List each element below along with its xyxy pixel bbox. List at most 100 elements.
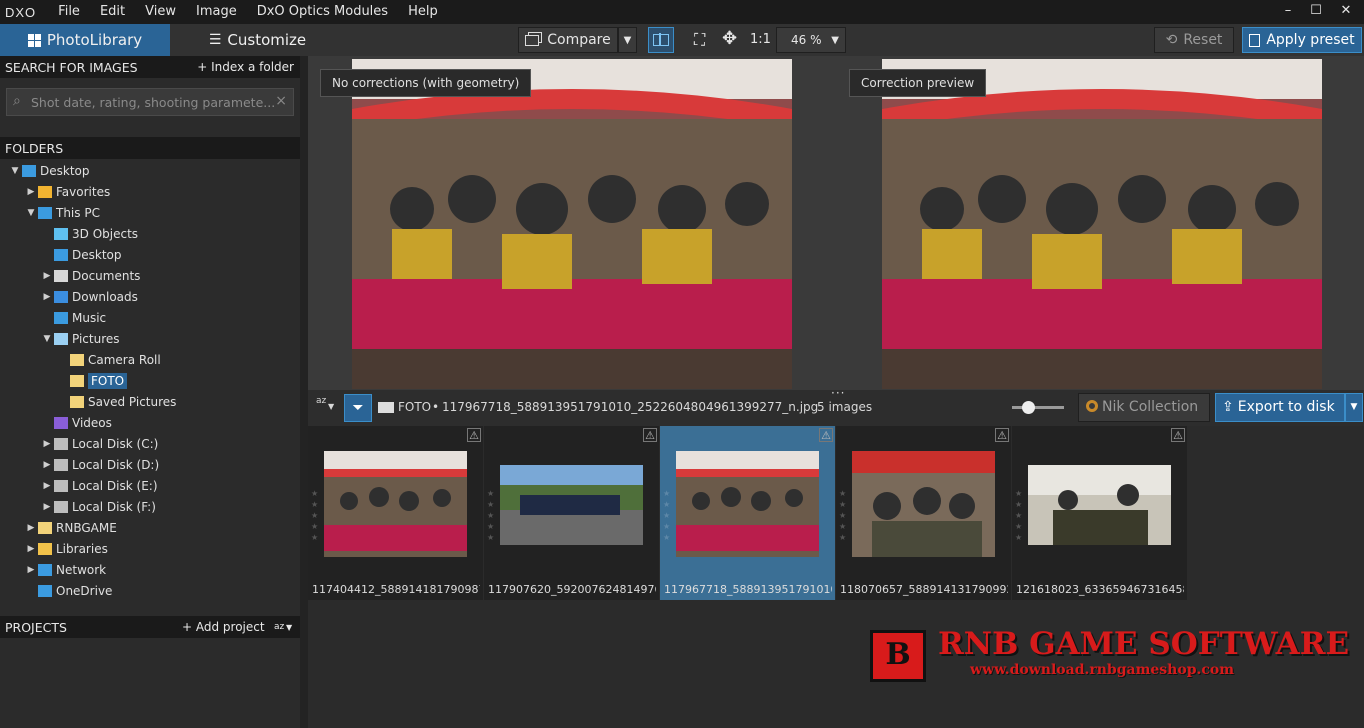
expand-arrow-icon[interactable]: ▼ (8, 166, 22, 176)
menu-image[interactable]: Image (186, 0, 247, 24)
expand-arrow-icon[interactable]: ▶ (40, 460, 54, 470)
projects-header: PROJECTS + Add project az ▼ (0, 616, 300, 638)
folder-item[interactable]: Videos (40, 412, 112, 433)
folder-item[interactable]: Music (40, 307, 106, 328)
expand-arrow-icon[interactable]: ▶ (24, 565, 38, 575)
zoom-select[interactable]: 46 % ▼ (776, 27, 846, 53)
folder-item[interactable]: ▶ Local Disk (C:) (40, 433, 159, 454)
thumbnail[interactable]: ⚠ ★★★★★ 118070657_588914131790992_... (836, 426, 1011, 600)
folder-item[interactable]: ▶ Documents (40, 265, 141, 286)
folder-item[interactable]: ▶ Downloads (40, 286, 138, 307)
folder-item[interactable]: Saved Pictures (56, 391, 176, 412)
drag-handle[interactable]: ··· (831, 386, 845, 400)
close-window-button[interactable]: ✕ (1334, 0, 1358, 24)
rating-stars[interactable]: ★ ★ ★ ★ ★ (487, 488, 497, 543)
thumbnail[interactable]: ⚠ ★★★★★ 117404412_588914181790987_... (308, 426, 483, 600)
folder-item[interactable]: ▼ Pictures (40, 328, 120, 349)
expand-arrow-icon[interactable]: ▶ (40, 439, 54, 449)
expand-arrow-icon[interactable]: ▶ (40, 271, 54, 281)
thumbnail-size-slider[interactable] (1012, 401, 1064, 414)
folder-item[interactable]: ▶ Local Disk (E:) (40, 475, 158, 496)
folder-item[interactable]: ▼ This PC (24, 202, 100, 223)
thumbnail-filename: 118070657_588914131790992_... (840, 583, 1008, 596)
sort-az-icon[interactable]: az (274, 623, 284, 632)
menu-edit[interactable]: Edit (90, 0, 135, 24)
star-icon (38, 185, 52, 198)
folder-item[interactable]: ▶ Local Disk (F:) (40, 496, 156, 517)
menu-view[interactable]: View (135, 0, 186, 24)
rating-stars[interactable]: ★ ★ ★ ★ ★ (839, 488, 849, 543)
fit-screen-icon[interactable]: ⛶ (694, 30, 705, 50)
expand-arrow-icon[interactable]: ▶ (40, 292, 54, 302)
thumbnail-image (500, 465, 643, 545)
filter-button[interactable]: ⏷ (344, 394, 372, 422)
folder-label: Videos (72, 415, 112, 430)
expand-arrow-icon[interactable]: ▶ (24, 187, 38, 197)
nik-collection-button[interactable]: Nik Collection (1078, 393, 1210, 422)
export-to-disk-button[interactable]: ⇪ Export to disk (1215, 393, 1345, 422)
folder-item[interactable]: ▶ RNBGAME (24, 517, 117, 538)
watermark-url: www.download.rnbgameshop.com (970, 662, 1235, 678)
desktop-icon (22, 164, 36, 177)
folder-icon (70, 395, 84, 408)
folder-item[interactable]: 3D Objects (40, 223, 138, 244)
expand-arrow-icon[interactable]: ▶ (24, 523, 38, 533)
thumbnail[interactable]: ⚠ ★★★★★ 121618023_633659467316458_... (1012, 426, 1187, 600)
menu-file[interactable]: File (48, 0, 90, 24)
chevron-down-icon[interactable]: ▼ (328, 402, 334, 411)
folder-label: Music (72, 310, 107, 325)
folder-item[interactable]: ▶ Network (24, 559, 107, 580)
side-by-side-button[interactable] (648, 27, 674, 53)
apply-preset-button[interactable]: Apply preset (1242, 27, 1362, 53)
slider-handle[interactable] (1022, 401, 1035, 414)
folder-item[interactable]: OneDrive (24, 580, 112, 601)
folder-item[interactable]: ▶ Libraries (24, 538, 108, 559)
expand-arrow-icon[interactable]: ▼ (40, 334, 54, 344)
move-icon[interactable]: ✥ (722, 28, 737, 49)
thumbnail-filename: 121618023_633659467316458_... (1016, 583, 1184, 596)
folder-item[interactable]: Desktop (40, 244, 122, 265)
expand-arrow-icon[interactable]: ▶ (40, 481, 54, 491)
rating-stars[interactable]: ★ ★ ★ ★ ★ (311, 488, 321, 543)
thumbnail-image (324, 451, 467, 557)
folder-item[interactable]: ▶ Local Disk (D:) (40, 454, 160, 475)
compare-button[interactable]: Compare (518, 27, 618, 53)
menu-optics-modules[interactable]: DxO Optics Modules (247, 0, 398, 24)
index-folder-button[interactable]: + Index a folder (197, 60, 294, 74)
sort-az-icon[interactable]: az (316, 397, 326, 406)
panel-splitter[interactable] (300, 56, 308, 728)
folder-item[interactable]: ▶ Favorites (24, 181, 111, 202)
thumbnail-selected[interactable]: ⚠ ★★★★★ 117967718_588913951791010_... (660, 426, 835, 600)
tab-photolibrary[interactable]: PhotoLibrary (0, 24, 170, 56)
export-label: Export to disk (1237, 399, 1335, 415)
add-project-button[interactable]: + Add project (182, 620, 265, 634)
rating-stars[interactable]: ★ ★ ★ ★ ★ (663, 488, 673, 543)
folder-item[interactable]: ▼ Desktop (8, 160, 90, 181)
expand-arrow-icon[interactable]: ▼ (24, 208, 38, 218)
reset-icon: ⟲ (1165, 32, 1178, 48)
app-logo: DXO (5, 4, 37, 20)
thumbnail-image (1028, 465, 1171, 545)
expand-arrow-icon[interactable]: ▶ (40, 502, 54, 512)
chevron-down-icon: ▼ (831, 34, 839, 46)
folder-item[interactable]: Camera Roll (56, 349, 161, 370)
rating-stars[interactable]: ★ ★ ★ ★ ★ (1015, 488, 1025, 543)
folder-item[interactable]: FOTO (56, 370, 128, 391)
thumbnail[interactable]: ⚠ ★★★★★ 117907620_592007624814976_... (484, 426, 659, 600)
reset-button[interactable]: ⟲ Reset (1154, 27, 1234, 53)
expand-arrow-icon[interactable]: ▶ (24, 544, 38, 554)
minimize-button[interactable]: – (1276, 0, 1300, 24)
folder-label: 3D Objects (72, 226, 139, 241)
original-image (352, 59, 792, 389)
compare-dropdown[interactable]: ▼ (618, 27, 637, 53)
drive-icon (54, 437, 68, 450)
one-to-one-button[interactable]: 1:1 (750, 32, 771, 47)
clear-search-icon[interactable]: × (275, 93, 287, 109)
folder-label: Documents (72, 268, 141, 283)
search-input[interactable]: ⌕ Shot date, rating, shooting paramete..… (6, 88, 294, 116)
maximize-button[interactable]: ☐ (1304, 0, 1328, 24)
pc-icon (38, 206, 52, 219)
tab-customize[interactable]: ☰ Customize (170, 24, 345, 56)
export-dropdown[interactable]: ▼ (1345, 393, 1363, 422)
menu-help[interactable]: Help (398, 0, 448, 24)
